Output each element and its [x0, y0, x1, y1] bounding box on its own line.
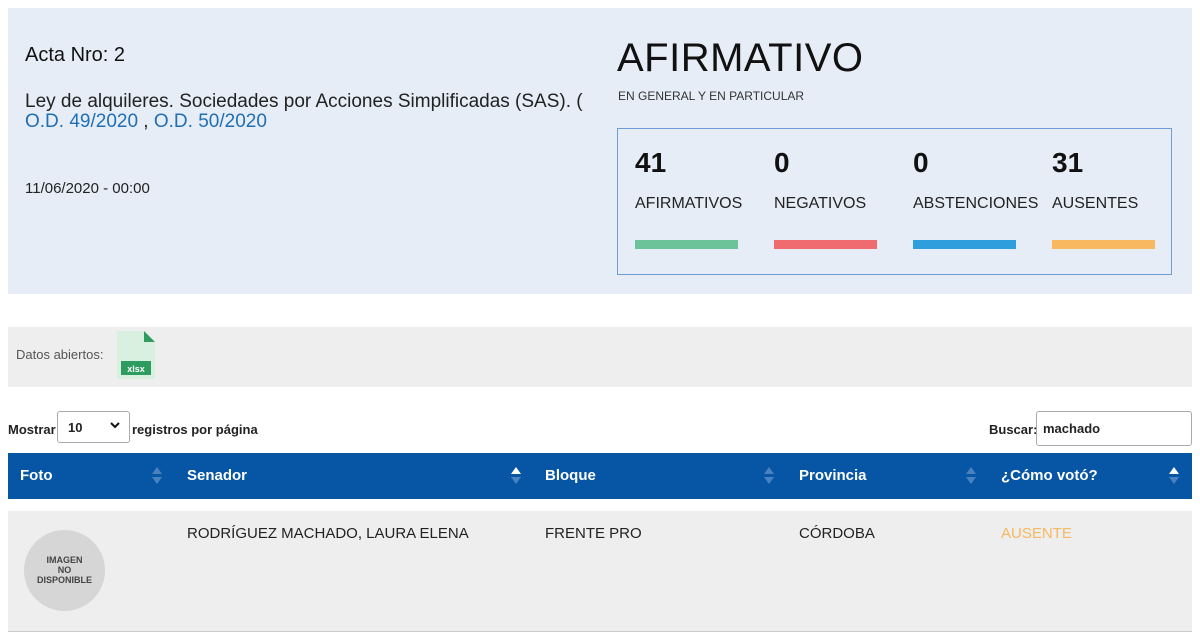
- stat-value: 0: [774, 147, 790, 178]
- stat-bar: [1052, 240, 1155, 249]
- sort-icon[interactable]: [1169, 467, 1179, 485]
- sort-icon[interactable]: [152, 467, 162, 485]
- od-link-1[interactable]: O.D. 49/2020: [25, 111, 138, 132]
- sort-icon[interactable]: [966, 467, 976, 485]
- avatar-text-line: NO: [57, 565, 72, 575]
- stat-bar: [635, 240, 738, 249]
- stat-negativos: 0 NEGATIVOS: [774, 129, 899, 274]
- cell-voto: AUSENTE: [1001, 525, 1072, 542]
- per-page-select[interactable]: 10: [57, 411, 130, 443]
- stat-bar: [774, 240, 877, 249]
- avatar-placeholder-text: IMAGEN NO DISPONIBLE: [24, 555, 105, 585]
- table-row: IMAGEN NO DISPONIBLE RODRÍGUEZ MACHADO, …: [8, 511, 1192, 632]
- table-header: Foto Senador Bloque Provincia ¿Cómo votó…: [8, 453, 1192, 499]
- stat-value: 41: [635, 147, 667, 178]
- stat-afirmativos: 41 AFIRMATIVOS: [635, 129, 760, 274]
- show-label: Mostrar: [8, 422, 56, 437]
- xlsx-label: xlsx: [127, 364, 145, 374]
- vote-summary-panel: Acta Nro: 2 Ley de alquileres. Sociedade…: [8, 8, 1192, 294]
- stat-label: NEGATIVOS: [774, 195, 867, 212]
- column-header-senador[interactable]: Senador: [187, 453, 247, 499]
- stat-bar: [913, 240, 1016, 249]
- stat-ausentes: 31 AUSENTES: [1052, 129, 1177, 274]
- stat-label: ABSTENCIONES: [913, 195, 1039, 212]
- law-title: Ley de alquileres. Sociedades por Accion…: [25, 92, 585, 132]
- sort-icon[interactable]: [511, 467, 521, 485]
- stat-value: 0: [913, 147, 929, 178]
- stat-abstenciones: 0 ABSTENCIONES: [913, 129, 1038, 274]
- result-title: AFIRMATIVO: [617, 36, 864, 80]
- acta-date: 11/06/2020 - 00:00: [25, 180, 150, 197]
- result-subtitle: EN GENERAL Y EN PARTICULAR: [618, 89, 805, 103]
- cell-provincia: CÓRDOBA: [799, 525, 875, 542]
- avatar-text-line: DISPONIBLE: [36, 575, 92, 585]
- acta-title: Acta Nro: 2: [25, 44, 126, 66]
- law-text: Ley de alquileres. Sociedades por Accion…: [25, 91, 583, 112]
- stat-label: AFIRMATIVOS: [635, 195, 743, 212]
- column-header-provincia[interactable]: Provincia: [799, 453, 867, 499]
- cell-bloque: FRENTE PRO: [545, 525, 642, 542]
- per-page-value: 10: [68, 420, 83, 435]
- vote-stats-box: 41 AFIRMATIVOS 0 NEGATIVOS 0 ABSTENCIONE…: [617, 128, 1172, 275]
- sort-icon[interactable]: [764, 467, 774, 485]
- column-header-bloque[interactable]: Bloque: [545, 453, 596, 499]
- xlsx-file-icon[interactable]: xlsx: [117, 331, 155, 379]
- stat-value: 31: [1052, 147, 1084, 178]
- open-data-section: Datos abiertos: xlsx: [8, 327, 1192, 387]
- search-input[interactable]: [1036, 411, 1192, 446]
- chevron-down-icon: [109, 419, 121, 434]
- per-page-suffix: registros por página: [132, 422, 258, 437]
- column-header-voto[interactable]: ¿Cómo votó?: [1001, 453, 1098, 499]
- avatar: IMAGEN NO DISPONIBLE: [24, 530, 105, 611]
- column-header-foto[interactable]: Foto: [20, 453, 52, 499]
- stat-label: AUSENTES: [1052, 195, 1139, 212]
- od-link-2[interactable]: O.D. 50/2020: [154, 111, 267, 132]
- link-separator: ,: [138, 111, 154, 132]
- cell-senador: RODRÍGUEZ MACHADO, LAURA ELENA: [187, 525, 469, 542]
- search-label: Buscar:: [989, 422, 1038, 437]
- avatar-text-line: IMAGEN: [46, 555, 83, 565]
- open-data-label: Datos abiertos:: [16, 347, 104, 362]
